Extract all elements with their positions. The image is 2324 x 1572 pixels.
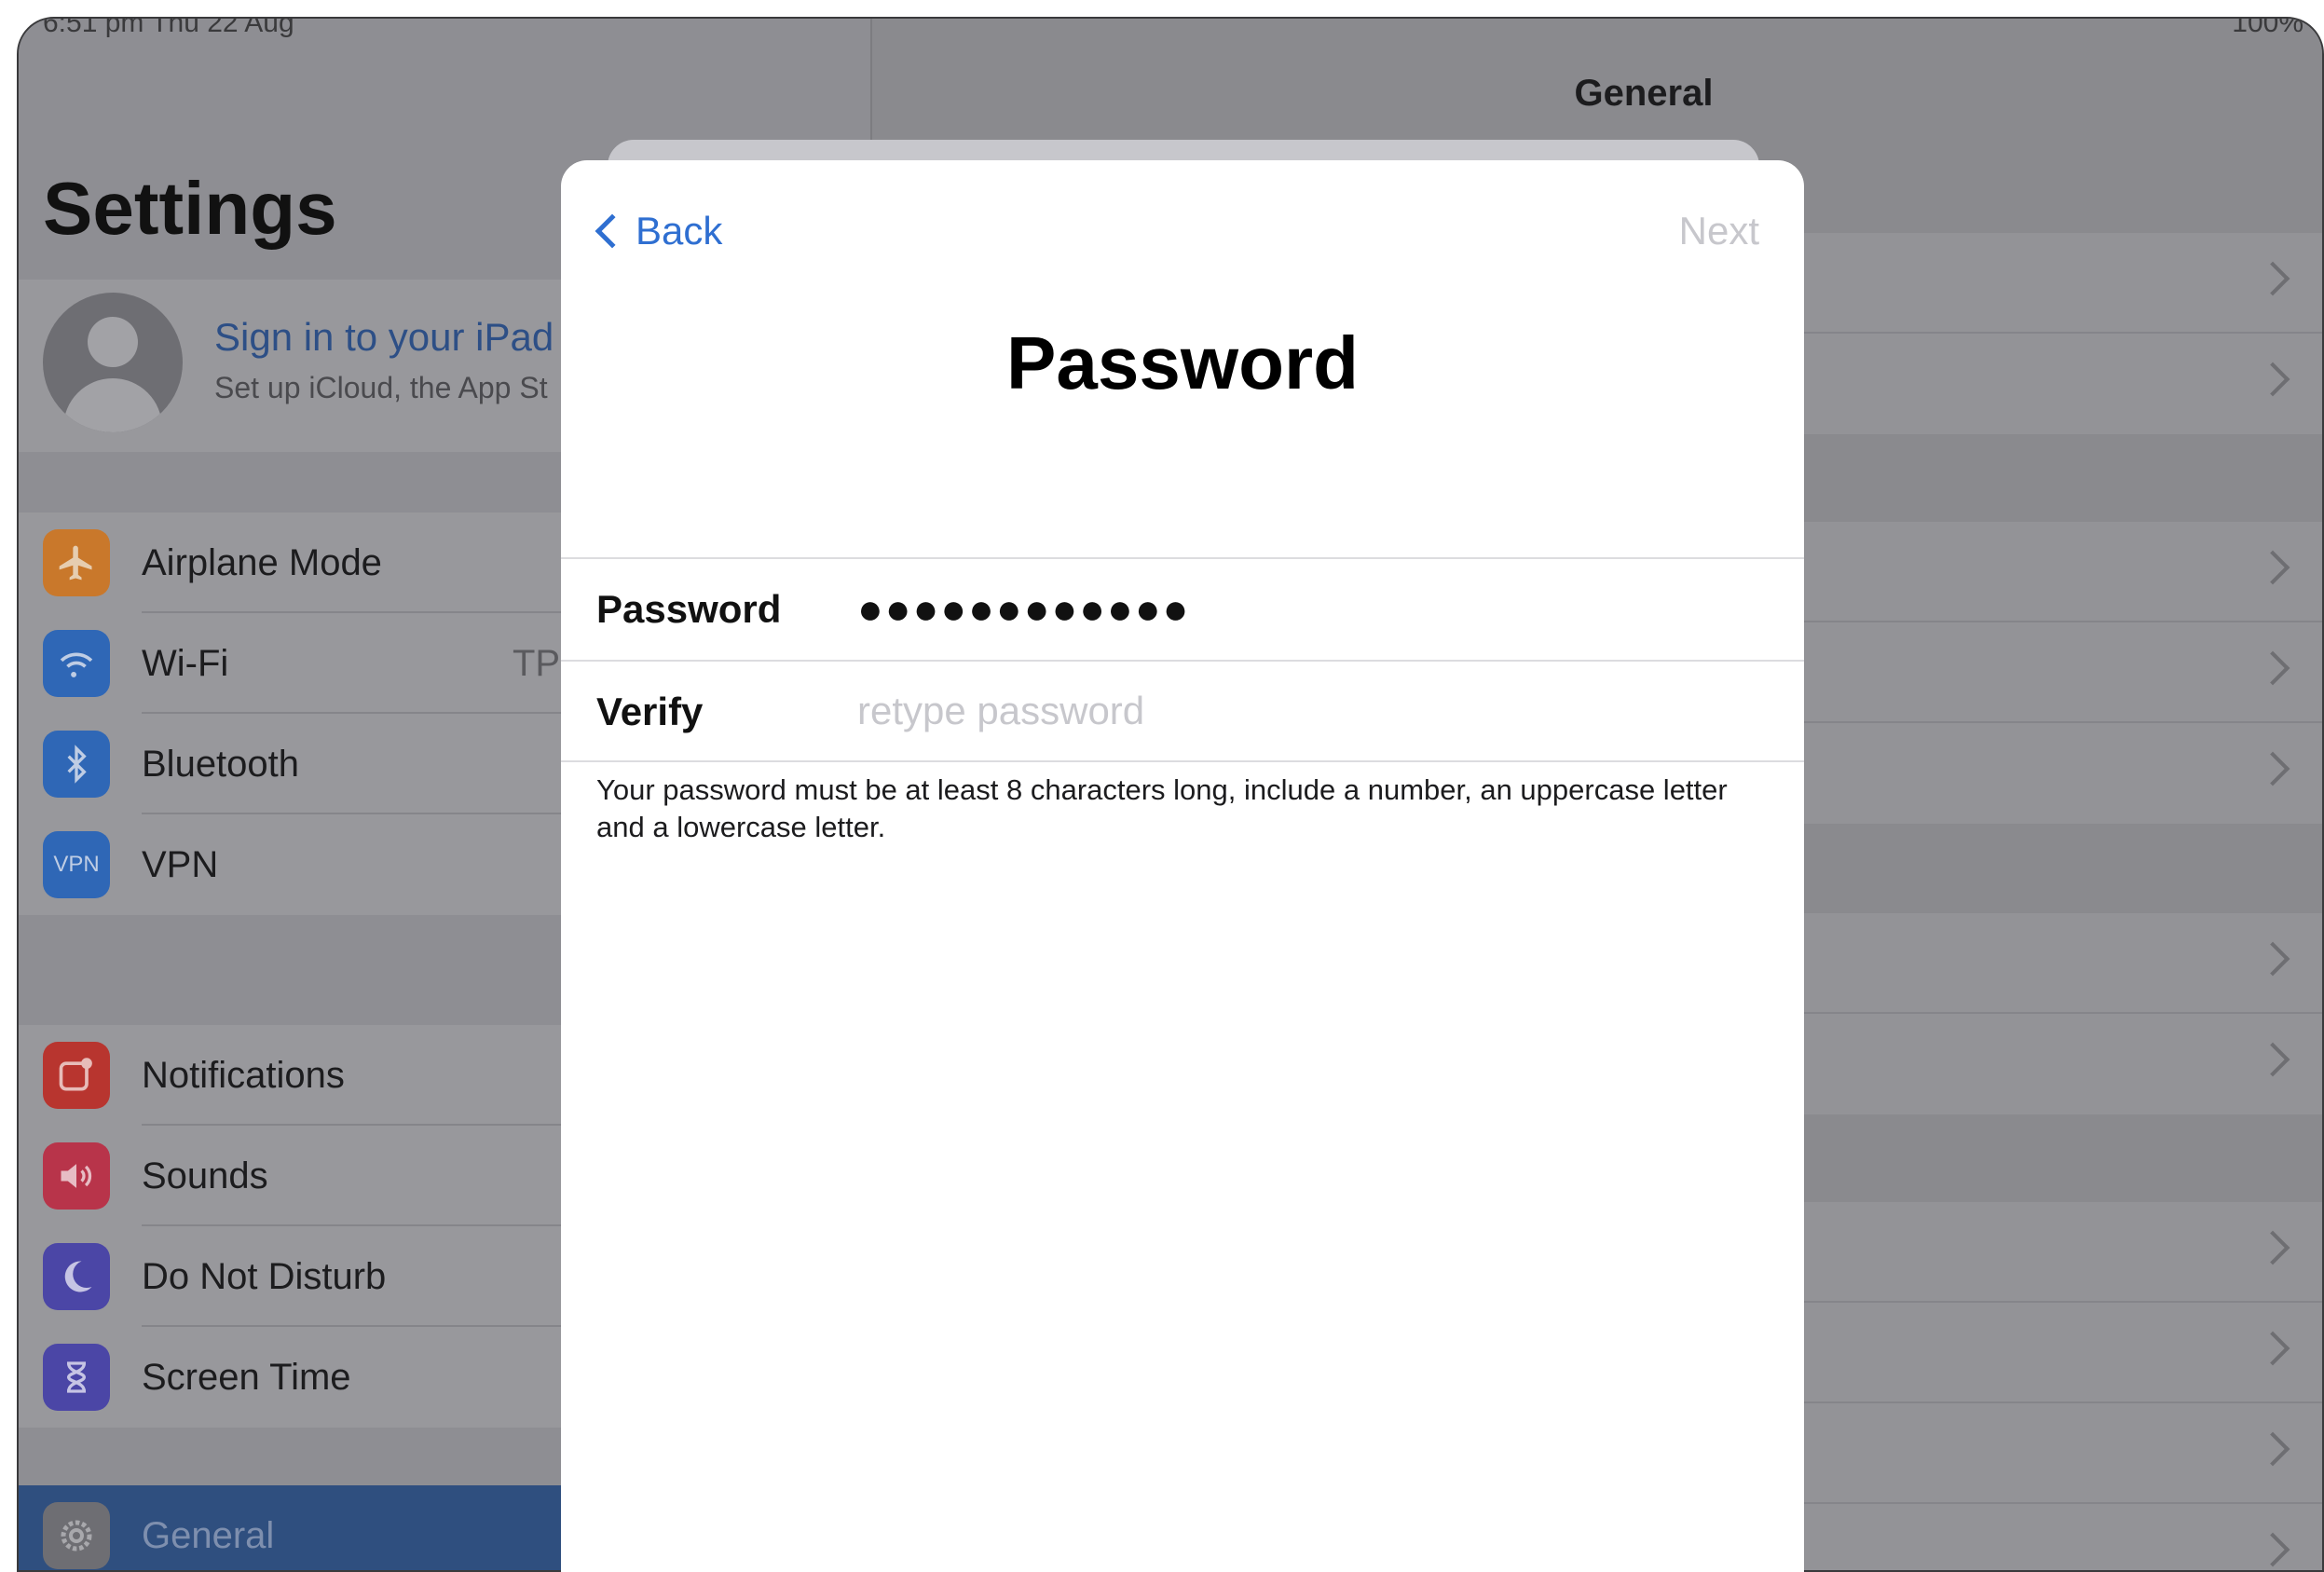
chevron-right-icon xyxy=(2255,550,2290,585)
chevron-right-icon xyxy=(2255,1532,2290,1567)
chevron-left-icon xyxy=(595,213,630,249)
chevron-right-icon xyxy=(2255,941,2290,977)
sidebar-item-label: Sounds xyxy=(142,1155,268,1196)
sidebar-item-label: Screen Time xyxy=(142,1356,351,1398)
chevron-right-icon xyxy=(2255,1431,2290,1467)
wifi-icon xyxy=(43,630,110,697)
account-sign-in-title: Sign in to your iPad xyxy=(214,315,554,359)
status-bar-battery: 100% xyxy=(2232,17,2303,38)
sidebar-item-label: Airplane Mode xyxy=(142,541,382,583)
password-requirements-hint: Your password must be at least 8 charact… xyxy=(596,773,1728,843)
verify-label: Verify xyxy=(596,690,704,733)
sidebar-item-label: Wi-Fi xyxy=(142,642,229,684)
detail-nav-title: General xyxy=(1574,73,1714,114)
vpn-icon: VPN xyxy=(43,831,110,898)
chevron-right-icon xyxy=(2255,1331,2290,1366)
password-row: Password xyxy=(561,559,1804,660)
notifications-icon xyxy=(43,1042,110,1109)
page-title: Password xyxy=(1006,321,1359,404)
password-label: Password xyxy=(596,587,782,631)
hourglass-icon xyxy=(43,1344,110,1411)
sidebar-item-label: Do Not Disturb xyxy=(142,1255,387,1297)
back-button-label: Back xyxy=(636,209,723,253)
next-button[interactable]: Next xyxy=(1679,203,1759,259)
wifi-network-value: TP xyxy=(513,642,561,684)
sidebar-item-label: VPN xyxy=(142,843,219,885)
back-button[interactable]: Back xyxy=(589,203,722,259)
chevron-right-icon xyxy=(2255,1230,2290,1265)
password-sheet: Back Next Password Password Verify Your … xyxy=(561,160,1804,1572)
gear-icon xyxy=(43,1502,110,1569)
chevron-right-icon xyxy=(2255,650,2290,686)
verify-password-field[interactable] xyxy=(857,682,1767,740)
moon-icon xyxy=(43,1243,110,1310)
chevron-right-icon xyxy=(2255,362,2290,397)
status-bar-time: 6:51 pm Thu 22 Aug xyxy=(43,17,294,38)
chevron-right-icon xyxy=(2255,261,2290,296)
sidebar-item-label: General xyxy=(142,1514,275,1556)
account-sign-in-subtitle: Set up iCloud, the App St xyxy=(214,371,548,404)
verify-row: Verify xyxy=(561,662,1804,762)
sounds-icon xyxy=(43,1142,110,1210)
bluetooth-icon xyxy=(43,731,110,798)
chevron-right-icon xyxy=(2255,751,2290,786)
airplane-icon xyxy=(43,529,110,596)
password-field[interactable] xyxy=(857,580,1767,637)
divider xyxy=(561,760,1804,762)
chevron-right-icon xyxy=(2255,1042,2290,1077)
sidebar-item-label: Notifications xyxy=(142,1054,345,1096)
avatar xyxy=(43,293,183,432)
sidebar-item-label: Bluetooth xyxy=(142,743,300,785)
settings-title: Settings xyxy=(43,167,337,250)
